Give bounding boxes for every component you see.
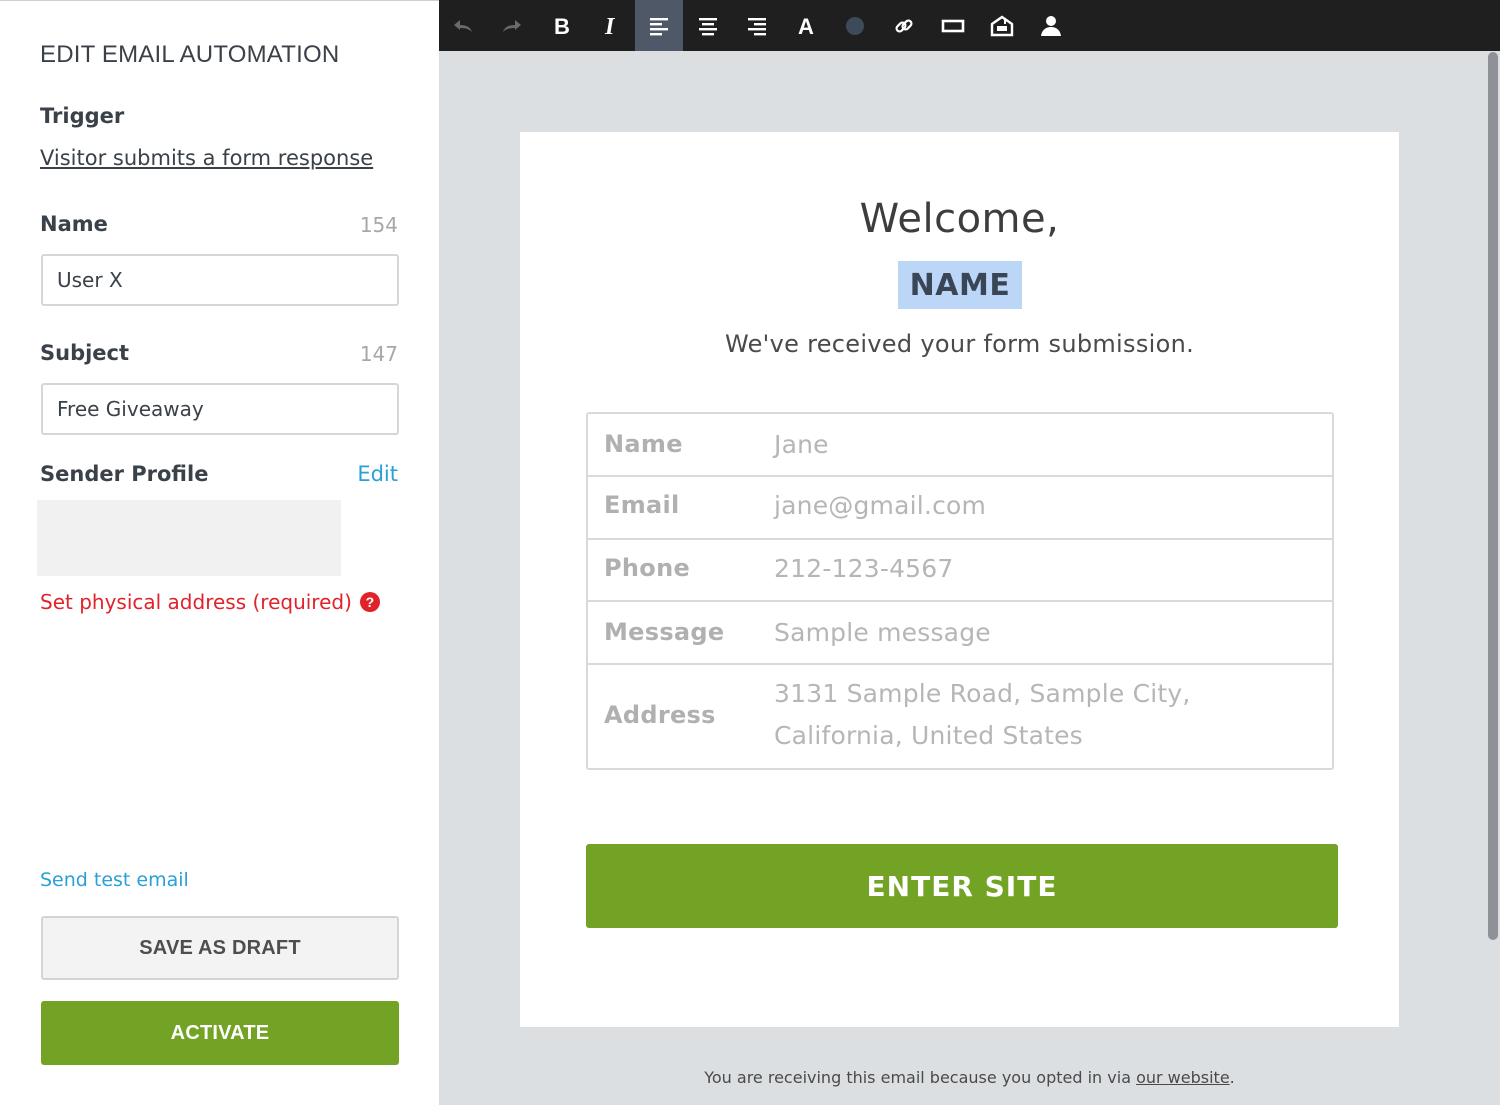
- name-input[interactable]: [41, 254, 399, 306]
- email-heading[interactable]: Welcome,: [520, 196, 1399, 242]
- subject-label: Subject: [40, 341, 130, 365]
- background-color-icon[interactable]: [831, 0, 879, 51]
- subject-input[interactable]: [41, 383, 399, 435]
- sender-edit-link[interactable]: Edit: [357, 462, 398, 486]
- email-subheading[interactable]: We've received your form submission.: [520, 330, 1399, 358]
- field-key: Phone: [604, 554, 691, 582]
- subject-char-count: 147: [359, 342, 398, 366]
- field-value: 212-123-4567: [774, 554, 954, 583]
- table-row: Name Jane: [588, 414, 1332, 477]
- align-left-icon[interactable]: [635, 0, 683, 51]
- bold-icon[interactable]: B: [537, 0, 585, 51]
- editor-scrollbar[interactable]: [1488, 52, 1498, 940]
- footer-end: .: [1229, 1068, 1235, 1087]
- field-value: Sample message: [774, 618, 991, 647]
- sender-profile-box: [37, 500, 341, 576]
- table-row: Phone 212-123-4567: [588, 540, 1332, 602]
- field-key: Address: [604, 701, 716, 729]
- footer-website-link[interactable]: our website: [1136, 1068, 1230, 1087]
- redo-icon[interactable]: [488, 0, 536, 51]
- physical-address-label: Set physical address (required): [40, 590, 352, 614]
- mailbox-icon[interactable]: [978, 0, 1026, 51]
- table-row: Email jane@gmail.com: [588, 477, 1332, 540]
- footer-text: You are receiving this email because you…: [704, 1068, 1137, 1087]
- svg-text:B: B: [554, 15, 570, 37]
- save-draft-button[interactable]: SAVE AS DRAFT: [41, 916, 399, 980]
- svg-text:A: A: [798, 15, 814, 37]
- name-char-count: 154: [359, 213, 398, 237]
- field-key: Email: [604, 491, 680, 519]
- email-preview-card: Welcome, NAME We've received your form s…: [520, 132, 1399, 1027]
- sidebar-title: EDIT EMAIL AUTOMATION: [40, 41, 340, 68]
- italic-icon[interactable]: I: [586, 0, 634, 51]
- field-value-line2: California, United States: [774, 721, 1083, 750]
- table-row: Message Sample message: [588, 602, 1332, 665]
- field-value: Jane: [774, 430, 829, 459]
- undo-icon[interactable]: [439, 0, 487, 51]
- name-label: Name: [40, 212, 108, 236]
- trigger-label: Trigger: [40, 104, 125, 128]
- email-editor: B I A Welcome, NAME We've received your …: [439, 0, 1500, 1105]
- field-value: jane@gmail.com: [774, 491, 987, 520]
- button-icon[interactable]: [929, 0, 977, 51]
- field-key: Name: [604, 430, 683, 458]
- table-row: Address 3131 Sample Road, Sample City, C…: [588, 665, 1332, 768]
- person-icon[interactable]: [1027, 0, 1075, 51]
- email-footer: You are receiving this email because you…: [439, 1068, 1500, 1087]
- sender-profile-label: Sender Profile: [40, 462, 209, 486]
- align-right-icon[interactable]: [733, 0, 781, 51]
- activate-button[interactable]: ACTIVATE: [41, 1001, 399, 1065]
- enter-site-button[interactable]: ENTER SITE: [586, 844, 1338, 928]
- link-icon[interactable]: [880, 0, 928, 51]
- font-color-icon[interactable]: A: [782, 0, 830, 51]
- field-value: 3131 Sample Road, Sample City,: [774, 679, 1191, 708]
- automation-sidebar: EDIT EMAIL AUTOMATION Trigger Visitor su…: [0, 0, 439, 1105]
- field-key: Message: [604, 618, 725, 646]
- svg-text:I: I: [604, 15, 616, 37]
- physical-address-warning[interactable]: Set physical address (required) ?: [40, 590, 380, 614]
- trigger-link[interactable]: Visitor submits a form response: [40, 146, 373, 170]
- form-response-table[interactable]: Name Jane Email jane@gmail.com Phone 212…: [586, 412, 1334, 770]
- align-center-icon[interactable]: [684, 0, 732, 51]
- send-test-email-link[interactable]: Send test email: [40, 869, 189, 891]
- formatting-toolbar: B I A: [439, 0, 1500, 51]
- name-merge-tag[interactable]: NAME: [898, 261, 1022, 309]
- help-icon[interactable]: ?: [359, 592, 380, 612]
